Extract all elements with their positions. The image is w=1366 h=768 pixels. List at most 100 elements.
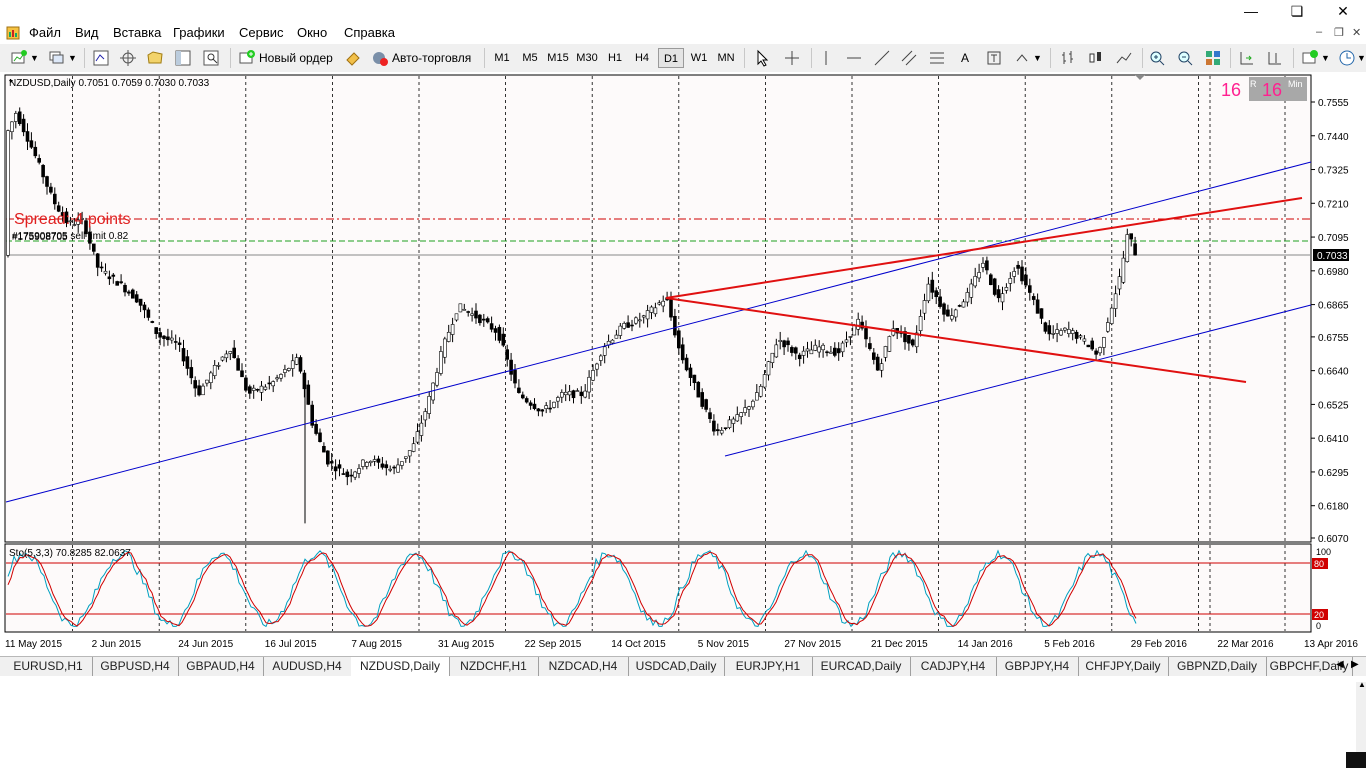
- candle-body: [1024, 274, 1028, 286]
- tab-eurcad-daily[interactable]: EURCAD,Daily: [812, 657, 911, 676]
- crosshair-icon[interactable]: [119, 49, 137, 67]
- text-label-icon[interactable]: [985, 49, 1003, 67]
- candle-body: [676, 330, 681, 349]
- equidistant-channel-icon[interactable]: [900, 49, 918, 67]
- candlestick-icon[interactable]: [1087, 49, 1105, 67]
- menu-view[interactable]: Вид: [75, 25, 99, 40]
- market-watch-icon[interactable]: [92, 49, 110, 67]
- terminal-icon[interactable]: [174, 49, 192, 67]
- mdi-close-button[interactable]: ✕: [1352, 26, 1361, 39]
- menu-help[interactable]: Справка: [344, 25, 395, 40]
- bar-chart-icon[interactable]: [1059, 49, 1077, 67]
- menu-charts[interactable]: Графики: [173, 25, 225, 40]
- candle-body: [844, 339, 849, 343]
- chevron-down-icon[interactable]: ▼: [1033, 48, 1042, 68]
- chevron-down-icon[interactable]: ▼: [1321, 48, 1330, 68]
- price-chart[interactable]: 0.7555 0.7440 0.7325 0.7210 0.7095 0.6980 0.68…: [0, 72, 1366, 656]
- navigator-icon[interactable]: [146, 49, 164, 67]
- candle-body: [1000, 293, 1005, 303]
- mdi-minimize-button[interactable]: –: [1316, 26, 1322, 38]
- tab-audusd-h4[interactable]: AUDUSD,H4: [263, 657, 352, 676]
- new-chart-icon[interactable]: [10, 49, 28, 67]
- tab-nzdchf-h1[interactable]: NZDCHF,H1: [449, 657, 539, 676]
- autotrading-button[interactable]: Авто-торговля: [392, 48, 471, 68]
- minimize-button[interactable]: —: [1228, 0, 1274, 22]
- close-button[interactable]: ✕: [1320, 0, 1366, 22]
- line-chart-icon[interactable]: [1115, 49, 1133, 67]
- candle-body: [821, 344, 825, 351]
- candle-body: [353, 471, 357, 478]
- zoom-in-icon[interactable]: [1148, 49, 1166, 67]
- zoom-out-icon[interactable]: [1176, 49, 1194, 67]
- auto-scroll-icon[interactable]: [1238, 49, 1256, 67]
- chart-shift-icon[interactable]: [1266, 49, 1284, 67]
- date-tick-label: 16 Jul 2015: [265, 639, 317, 650]
- timeframe-mn[interactable]: MN: [714, 48, 738, 68]
- corner-box-prefix: R: [1250, 79, 1257, 89]
- menu-file[interactable]: Файл: [29, 25, 61, 40]
- timeframe-d1[interactable]: D1: [658, 48, 684, 68]
- menu-insert[interactable]: Вставка: [113, 25, 161, 40]
- trendline-icon[interactable]: [873, 49, 891, 67]
- app-icon[interactable]: [6, 26, 20, 40]
- tab-scroll-right-icon[interactable]: ▶: [1351, 659, 1359, 670]
- tile-windows-icon[interactable]: [1204, 49, 1222, 67]
- maximize-button[interactable]: ❏: [1274, 0, 1320, 22]
- tab-usdcad-daily[interactable]: USDCAD,Daily: [628, 657, 725, 676]
- date-tick-label: 2 Jun 2015: [92, 639, 142, 650]
- tab-eurjpy-h1[interactable]: EURJPY,H1: [724, 657, 813, 676]
- timeframe-m30[interactable]: M30: [574, 48, 600, 68]
- price-tick-label: 0.7440: [1318, 132, 1349, 143]
- tab-cadjpy-h4[interactable]: CADJPY,H4: [910, 657, 997, 676]
- candle-body: [442, 338, 447, 358]
- autotrading-icon[interactable]: [371, 49, 389, 67]
- candle-body: [696, 381, 701, 398]
- horizontal-line-icon[interactable]: [845, 49, 863, 67]
- candle-body: [688, 367, 693, 378]
- candle-body: [505, 349, 510, 360]
- timeframe-h4[interactable]: H4: [631, 48, 653, 68]
- chevron-down-icon[interactable]: ▼: [1357, 48, 1366, 68]
- scroll-up-icon[interactable]: ▲: [1358, 680, 1366, 689]
- text-tool-icon[interactable]: A: [961, 48, 969, 68]
- candle-body: [37, 158, 42, 163]
- tab-eurusd-h1[interactable]: EURUSD,H1: [4, 657, 93, 676]
- tab-nzdusd-daily[interactable]: NZDUSD,Daily: [351, 657, 450, 676]
- new-order-icon[interactable]: [238, 49, 256, 67]
- timeframe-m1[interactable]: M1: [491, 48, 513, 68]
- tab-scroll-left-icon[interactable]: ◀: [1336, 659, 1344, 670]
- candle-body: [595, 363, 599, 370]
- profiles-icon[interactable]: [48, 49, 66, 67]
- strategy-tester-icon[interactable]: [202, 49, 220, 67]
- timeframe-h1[interactable]: H1: [604, 48, 626, 68]
- fibonacci-icon[interactable]: [928, 49, 946, 67]
- timeframe-w1[interactable]: W1: [688, 48, 710, 68]
- tab-gbpnzd-daily[interactable]: GBPNZD,Daily: [1168, 657, 1267, 676]
- vertical-line-icon[interactable]: [817, 49, 835, 67]
- cursor-icon[interactable]: [753, 49, 771, 67]
- indicators-icon[interactable]: [1301, 49, 1319, 67]
- tab-gbpjpy-h4[interactable]: GBPJPY,H4: [996, 657, 1079, 676]
- tab-gbpaud-h4[interactable]: GBPAUD,H4: [178, 657, 264, 676]
- tab-nzdcad-h4[interactable]: NZDCAD,H4: [538, 657, 629, 676]
- candle-body: [232, 347, 236, 359]
- crosshair-tool-icon[interactable]: [783, 49, 801, 67]
- candle-body: [875, 356, 880, 371]
- menu-window[interactable]: Окно: [297, 25, 327, 40]
- timeframe-m15[interactable]: M15: [545, 48, 571, 68]
- arrows-icon[interactable]: [1013, 49, 1031, 67]
- metaeditor-icon[interactable]: [344, 49, 362, 67]
- chart-window[interactable]: 0.7555 0.7440 0.7325 0.7210 0.7095 0.6980 0.68…: [0, 72, 1366, 656]
- stochastic-pane[interactable]: [4, 543, 1312, 633]
- date-tick-label: 11 May 2015: [5, 639, 63, 650]
- menu-tools[interactable]: Сервис: [239, 25, 284, 40]
- chevron-down-icon[interactable]: ▼: [68, 48, 77, 68]
- periods-clock-icon[interactable]: [1338, 49, 1356, 67]
- timeframe-m5[interactable]: M5: [519, 48, 541, 68]
- mdi-restore-button[interactable]: ❐: [1334, 26, 1344, 39]
- tab-gbpusd-h4[interactable]: GBPUSD,H4: [92, 657, 179, 676]
- new-order-button[interactable]: Новый ордер: [259, 48, 333, 68]
- candle-body: [33, 146, 38, 157]
- tab-chfjpy-daily[interactable]: CHFJPY,Daily: [1078, 657, 1169, 676]
- chevron-down-icon[interactable]: ▼: [30, 48, 39, 68]
